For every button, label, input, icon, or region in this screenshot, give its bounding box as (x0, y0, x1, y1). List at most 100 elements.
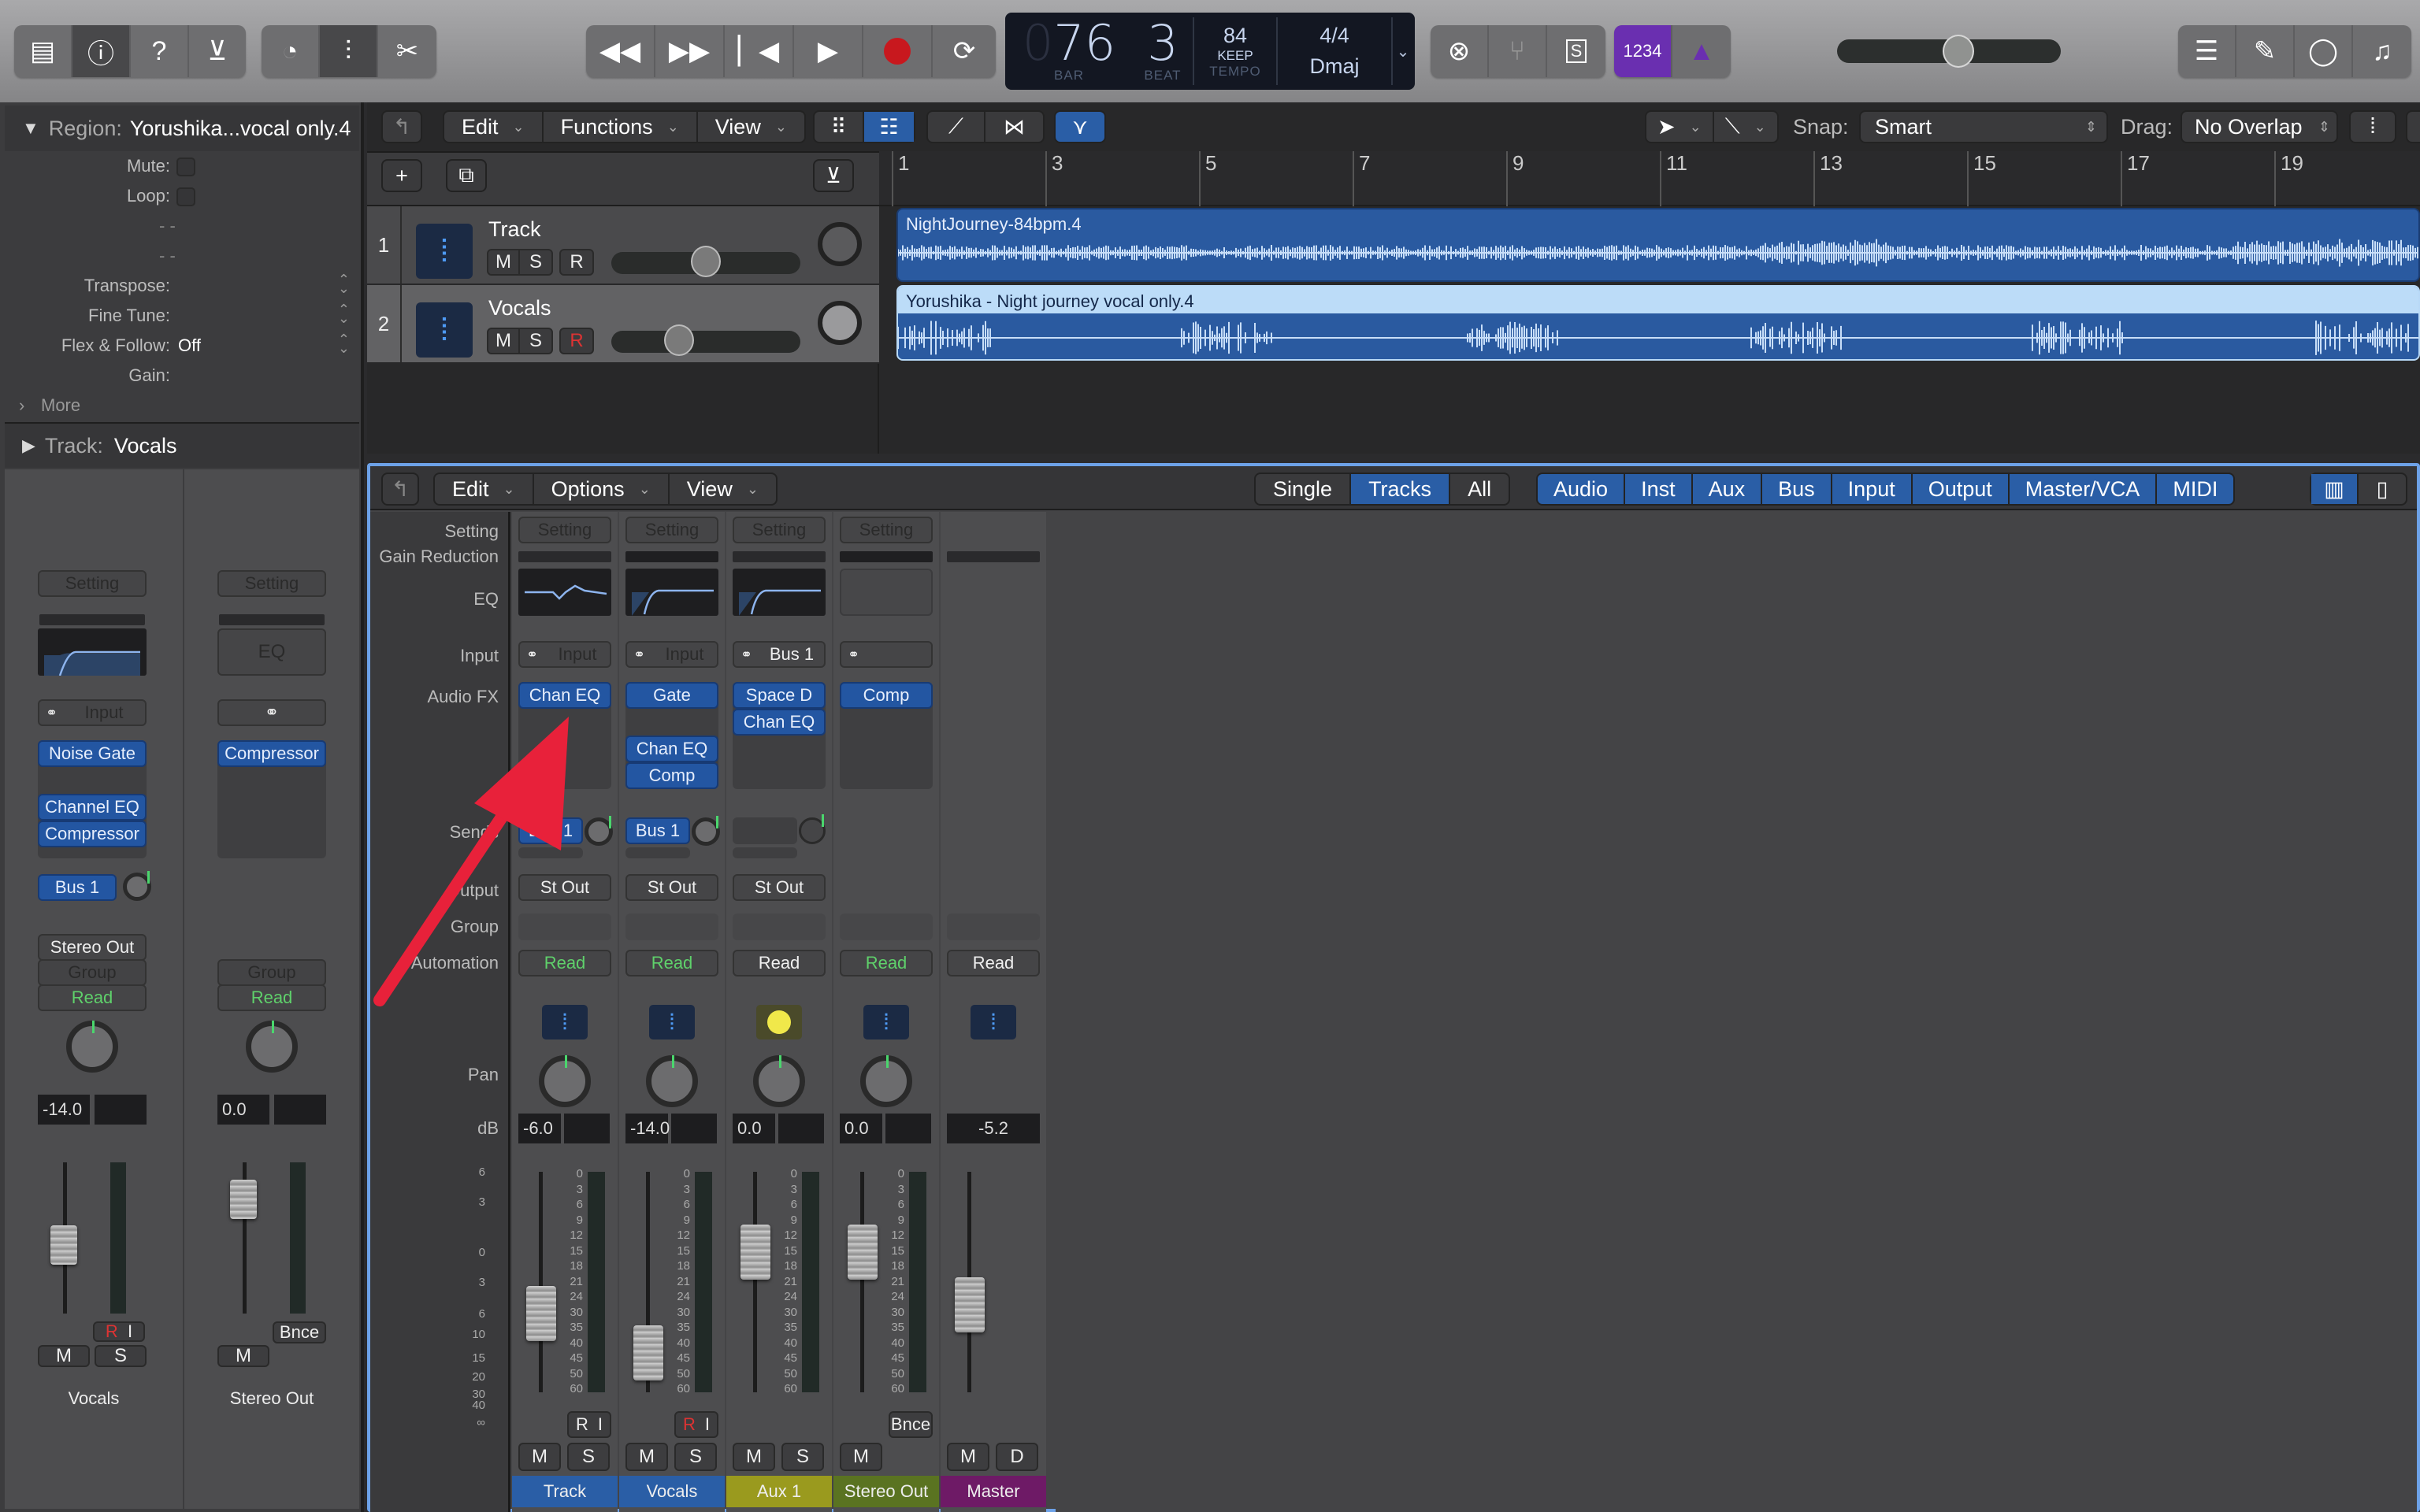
filter-output[interactable]: Output (1913, 474, 2010, 504)
send-slot[interactable]: Bus 1 (625, 817, 690, 844)
stepper-icon[interactable]: ⌃ ⌄ (338, 272, 350, 295)
group-slot[interactable] (947, 914, 1040, 940)
record-enable-button[interactable]: R (683, 1414, 696, 1435)
vertical-fit-button[interactable]: ⇳ (2407, 112, 2420, 142)
volume-fader[interactable] (740, 1225, 770, 1280)
record-enable-button[interactable]: R (576, 1414, 588, 1435)
filter-master-vca[interactable]: Master/VCA (2010, 474, 2158, 504)
send-slot[interactable]: Bus 1 (518, 817, 583, 844)
eq-thumbnail[interactable] (518, 569, 611, 616)
flex-button[interactable]: ⋈ (985, 112, 1043, 142)
send-level-knob[interactable] (585, 816, 613, 846)
eq-thumbnail[interactable] (733, 569, 826, 616)
volume-fader[interactable] (633, 1325, 663, 1380)
group-slot[interactable]: Group (38, 959, 147, 986)
functions-menu[interactable]: Functions ⌄ (544, 112, 698, 142)
catch-button[interactable]: ↰ (381, 472, 419, 506)
filter-bus[interactable]: Bus (1762, 474, 1832, 504)
volume-fader[interactable] (526, 1286, 556, 1341)
automation-mode[interactable]: Read (217, 984, 326, 1011)
fx-slot-noise-gate[interactable]: Noise Gate (38, 740, 147, 767)
group-slot[interactable]: Group (217, 959, 326, 986)
input-slot[interactable]: ⚭ (217, 699, 326, 726)
output-slot[interactable]: St Out (518, 874, 611, 901)
volume-db-field[interactable]: 0.0 (217, 1095, 269, 1125)
fx-slot-space-d[interactable]: Space D (733, 682, 826, 709)
record-input-buttons[interactable]: R I (93, 1321, 145, 1342)
group-slot[interactable] (518, 914, 611, 940)
mixer-options-menu[interactable]: Options ⌄ (534, 474, 670, 504)
fx-slot-chan-eq[interactable]: Chan EQ (518, 682, 611, 709)
stepper-icon[interactable]: ⌃ ⌄ (338, 302, 350, 325)
solo-button[interactable]: S (1547, 25, 1605, 77)
transpose-row[interactable]: Transpose: ⌃ ⌄ (5, 271, 359, 301)
drag-select[interactable]: No Overlap ⇕ (2181, 110, 2338, 143)
track-pan-knob[interactable] (818, 301, 862, 345)
list-view-button[interactable]: ☷ (864, 112, 914, 142)
automation-mode[interactable]: Read (947, 950, 1040, 976)
pan-knob[interactable] (646, 1055, 698, 1107)
view-all[interactable]: All (1450, 474, 1509, 504)
track-volume-slider[interactable] (611, 324, 800, 356)
pan-knob[interactable] (860, 1055, 912, 1107)
record-enable-button[interactable]: R (106, 1321, 118, 1342)
tuner-button[interactable]: ⑂ (1489, 25, 1547, 77)
solo-button[interactable]: S (674, 1443, 717, 1471)
filter-aux[interactable]: Aux (1693, 474, 1763, 504)
fast-forward-button[interactable]: ▶▶ (655, 25, 725, 77)
eq-thumbnail[interactable] (38, 628, 147, 676)
output-slot[interactable]: Stereo Out (38, 934, 147, 961)
editors-button[interactable]: ✂ (378, 25, 436, 77)
bounce-button[interactable]: Bnce (273, 1321, 326, 1343)
left-click-tool[interactable]: ➤ ⌄ (1646, 112, 1714, 142)
global-tracks-button[interactable]: ⊻ (813, 159, 854, 192)
track-inspector-header[interactable]: ▶ Track: Vocals (5, 422, 359, 468)
record-button[interactable] (863, 25, 933, 77)
audio-region-selected[interactable]: Yorushika - Night journey vocal only.4 (896, 285, 2420, 361)
flex-follow-row[interactable]: Flex & Follow: Off ⌃ ⌄ (5, 331, 359, 361)
input-slot[interactable]: ⚭ Bus 1 (733, 641, 826, 668)
fx-slot-channel-eq[interactable]: Channel EQ (38, 794, 147, 821)
volume-db-field[interactable]: -14.0 (625, 1114, 670, 1143)
setting-button[interactable]: Setting (733, 517, 826, 543)
view-tracks[interactable]: Tracks (1351, 474, 1451, 504)
track-mute-button[interactable]: M (488, 250, 520, 274)
input-monitor-button[interactable]: I (128, 1321, 132, 1342)
volume-slider-knob[interactable] (663, 324, 694, 356)
track-pan-knob[interactable] (818, 222, 862, 266)
metronome-button[interactable]: ▲ (1672, 25, 1731, 77)
input-slot[interactable]: ⚭ (840, 641, 933, 668)
track-mute-button[interactable]: M (488, 329, 520, 353)
replace-button[interactable]: ⊗ (1431, 25, 1489, 77)
fine-tune-row[interactable]: Fine Tune: ⌃ ⌄ (5, 301, 359, 331)
command-click-tool[interactable]: ⟍ ⌄ (1714, 112, 1777, 142)
volume-db-field[interactable]: 0.0 (840, 1114, 882, 1143)
quick-help-button[interactable]: ? (131, 25, 189, 77)
view-menu[interactable]: View ⌄ (698, 112, 804, 142)
send-level-knob[interactable] (692, 816, 720, 846)
solo-button[interactable]: S (781, 1443, 824, 1471)
input-monitor-button[interactable]: I (598, 1414, 603, 1435)
pan-knob[interactable] (753, 1055, 805, 1107)
region-inspector-header[interactable]: ▼ Region: Yorushika...vocal only.4 (5, 106, 359, 151)
input-slot[interactable]: ⚭ Input (518, 641, 611, 668)
lcd-tempo[interactable]: 84 KEEP TEMPO (1194, 13, 1276, 90)
mute-button[interactable]: M (217, 1345, 269, 1367)
mixer-edit-menu[interactable]: Edit ⌄ (435, 474, 534, 504)
fx-slot-chan-eq[interactable]: Chan EQ (625, 736, 718, 762)
input-slot[interactable]: ⚭ Input (38, 699, 147, 726)
note-pad-button[interactable]: ✎ (2236, 25, 2295, 77)
fx-slot-compressor[interactable]: Compressor (217, 740, 326, 767)
mixer-view-menu[interactable]: View ⌄ (670, 474, 776, 504)
automation-mode[interactable]: Read (625, 950, 718, 976)
automation-mode[interactable]: Read (733, 950, 826, 976)
send-slot-bus-1[interactable]: Bus 1 (38, 874, 117, 901)
wide-strips-button[interactable]: ▯ (2359, 474, 2406, 504)
add-track-button[interactable]: + (381, 159, 422, 192)
track-header-2[interactable]: 2 ⦙ Vocals MS R (367, 285, 879, 362)
mute-checkbox[interactable] (176, 158, 195, 176)
setting-button[interactable]: Setting (625, 517, 718, 543)
track-solo-button[interactable]: S (520, 250, 551, 274)
smart-tempo-button[interactable]: ⋎ (1054, 110, 1106, 143)
smart-controls-button[interactable]: ◔ (262, 25, 320, 77)
